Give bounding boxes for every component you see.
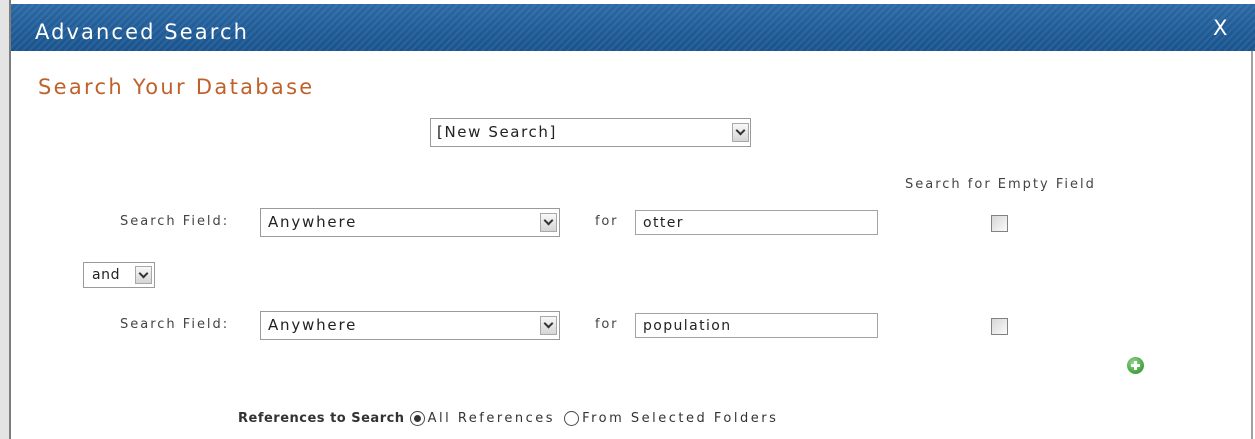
search-empty-field-checkbox[interactable] xyxy=(991,318,1008,335)
radio-selected-folders-label[interactable]: From Selected Folders xyxy=(582,411,778,426)
boolean-operator-select[interactable]: and xyxy=(83,262,155,288)
search-field-label: Search Field: xyxy=(120,317,230,332)
chevron-down-icon xyxy=(735,125,746,136)
search-field-label: Search Field: xyxy=(120,214,230,229)
search-field-select[interactable]: Anywhere xyxy=(260,208,560,237)
search-empty-field-checkbox[interactable] xyxy=(991,215,1008,232)
plus-circle-icon[interactable] xyxy=(1127,357,1144,374)
for-label: for xyxy=(595,214,619,229)
saved-search-select[interactable]: [New Search] xyxy=(430,118,751,147)
radio-all-references-label[interactable]: All References xyxy=(428,411,556,426)
saved-search-dropdown-button[interactable] xyxy=(732,123,749,142)
for-label: for xyxy=(595,317,619,332)
close-icon[interactable]: X xyxy=(1213,15,1227,41)
search-field-value: Anywhere xyxy=(268,213,358,231)
search-field-value: Anywhere xyxy=(268,316,358,334)
radio-all-references[interactable] xyxy=(409,410,425,426)
dialog-title: Advanced Search xyxy=(35,20,250,44)
background-page-edge xyxy=(0,0,11,439)
search-term-input[interactable] xyxy=(635,210,878,235)
chevron-down-icon xyxy=(543,318,554,329)
references-to-search: References to Search All References From… xyxy=(238,410,778,426)
chevron-down-icon xyxy=(138,268,149,278)
saved-search-value: [New Search] xyxy=(437,123,557,141)
boolean-operator-value: and xyxy=(92,267,121,283)
empty-field-header: Search for Empty Field xyxy=(905,177,1096,192)
boolean-operator-dropdown-button[interactable] xyxy=(135,266,152,284)
page-heading: Search Your Database xyxy=(38,75,315,99)
search-field-dropdown-button[interactable] xyxy=(540,213,557,232)
search-field-dropdown-button[interactable] xyxy=(540,316,557,335)
search-field-select[interactable]: Anywhere xyxy=(260,311,560,340)
references-label: References to Search xyxy=(238,410,405,426)
search-term-input[interactable] xyxy=(635,313,878,338)
dialog-titlebar[interactable]: Advanced Search X xyxy=(11,4,1255,51)
chevron-down-icon xyxy=(543,215,554,226)
dialog-right-border xyxy=(1251,51,1253,439)
radio-selected-folders[interactable] xyxy=(564,410,580,426)
